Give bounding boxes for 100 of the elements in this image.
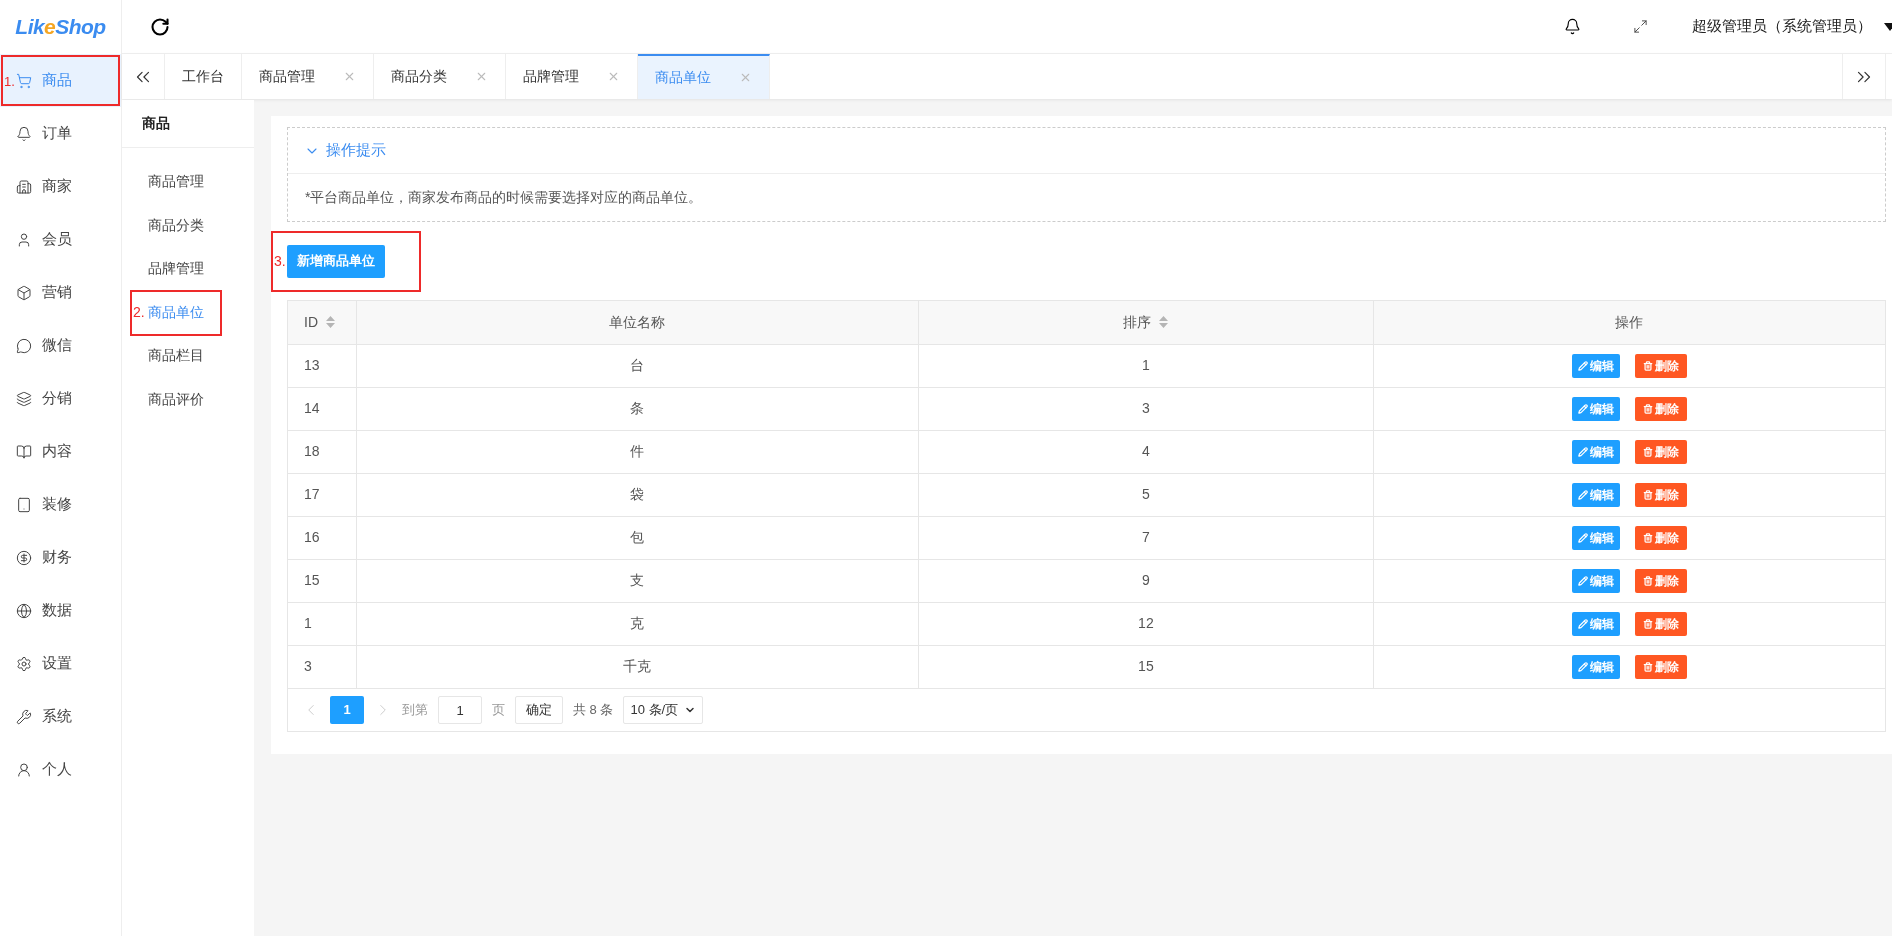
pencil-icon <box>1577 532 1588 543</box>
cart-icon <box>16 72 32 89</box>
trash-icon <box>1642 489 1653 500</box>
tab[interactable]: 工作台 <box>165 54 242 99</box>
submenu-item[interactable]: 商品评价 <box>148 388 204 410</box>
table-cell: 18 <box>288 430 356 473</box>
pencil-icon <box>1577 489 1588 500</box>
tips-title[interactable]: 操作提示 <box>326 139 386 162</box>
nav-item[interactable]: 微信 <box>0 319 121 372</box>
submenu-title: 商品 <box>142 114 170 133</box>
confirm-button[interactable]: 确定 <box>515 696 563 724</box>
close-icon[interactable] <box>343 70 356 83</box>
layers-icon <box>16 390 32 407</box>
tab[interactable]: 商品管理 <box>242 54 374 99</box>
table-cell: 15 <box>288 559 356 602</box>
logo-text: Lik <box>15 14 45 41</box>
nav-item[interactable]: 内容 <box>0 425 121 478</box>
logo-text: Shop <box>55 14 106 41</box>
trash-icon <box>1642 532 1653 543</box>
fullscreen-icon[interactable] <box>1633 19 1648 34</box>
table-cell: 12 <box>918 602 1373 645</box>
nav-item[interactable]: 个人 <box>0 743 121 796</box>
bell-icon <box>16 125 32 142</box>
table-cell: 1 <box>288 602 356 645</box>
wrench-icon <box>16 708 32 725</box>
table-cell: 13 <box>288 344 356 387</box>
scroll-right-button[interactable] <box>1842 54 1886 99</box>
trash-icon <box>1642 661 1653 672</box>
pencil-icon <box>1577 360 1588 371</box>
nav-item[interactable]: 订单 <box>0 107 121 160</box>
nav-item[interactable]: 商家 <box>0 160 121 213</box>
trash-icon <box>1642 446 1653 457</box>
trash-icon <box>1642 618 1653 629</box>
pencil-icon <box>1577 575 1588 586</box>
nav-item[interactable]: 营销 <box>0 266 121 319</box>
column-header: 操作 <box>1373 301 1885 344</box>
submenu-item[interactable]: 品牌管理 <box>148 258 204 280</box>
table-cell: 件 <box>356 430 919 473</box>
table-cell: 17 <box>288 473 356 516</box>
user-icon <box>16 231 32 248</box>
sort-icon[interactable] <box>326 316 335 329</box>
sort-icon[interactable] <box>1159 316 1169 329</box>
submenu-item[interactable]: 商品单位 <box>148 301 204 323</box>
tips-text: *平台商品单位，商家发布商品的时候需要选择对应的商品单位。 <box>305 188 703 207</box>
nav-item[interactable]: 设置 <box>0 637 121 690</box>
close-icon[interactable] <box>475 70 488 83</box>
globe-icon <box>16 602 32 619</box>
table-cell: 9 <box>918 559 1373 602</box>
table-cell: 3 <box>288 645 356 688</box>
table-cell: 5 <box>918 473 1373 516</box>
submenu-item[interactable]: 商品管理 <box>148 171 204 193</box>
annotation-label: 1. <box>4 74 15 87</box>
book-icon <box>16 443 32 460</box>
nav-item[interactable]: 系统 <box>0 690 121 743</box>
table-cell: 支 <box>356 559 919 602</box>
page-input[interactable]: 1 <box>438 696 482 724</box>
submenu-item[interactable]: 商品栏目 <box>148 345 204 367</box>
nav-item[interactable]: 会员 <box>0 213 121 266</box>
table-cell: 袋 <box>356 473 919 516</box>
currency-icon <box>16 549 32 566</box>
column-header[interactable]: 排序 <box>918 301 1373 344</box>
table-cell: 3 <box>918 387 1373 430</box>
cube-icon <box>16 284 32 301</box>
pencil-icon <box>1577 661 1588 672</box>
trash-icon <box>1642 360 1653 371</box>
nav-item[interactable]: 数据 <box>0 584 121 637</box>
pencil-icon <box>1577 446 1588 457</box>
close-icon[interactable] <box>607 70 620 83</box>
nav-item[interactable]: 分销 <box>0 372 121 425</box>
table-cell: 4 <box>918 430 1373 473</box>
pencil-icon <box>1577 618 1588 629</box>
logo-text: e <box>44 14 56 41</box>
refresh-icon[interactable] <box>150 16 170 37</box>
trash-icon <box>1642 403 1653 414</box>
settings-icon <box>16 655 32 672</box>
page-unit: 页 <box>492 701 505 720</box>
pencil-icon <box>1577 403 1588 414</box>
tab[interactable]: 商品分类 <box>374 54 506 99</box>
table-cell: 克 <box>356 602 919 645</box>
bell-icon[interactable] <box>1564 18 1581 35</box>
table-cell: 14 <box>288 387 356 430</box>
user-name[interactable]: 超级管理员（系统管理员） <box>1692 15 1872 38</box>
chat-icon <box>16 337 32 354</box>
page-size-select[interactable]: 10 条/页 <box>623 696 704 724</box>
column-header[interactable]: ID <box>288 301 356 344</box>
submenu-item[interactable]: 商品分类 <box>148 214 204 236</box>
building-icon <box>16 178 32 195</box>
person-icon <box>16 761 32 778</box>
trash-icon <box>1642 575 1653 586</box>
table-cell: 1 <box>918 344 1373 387</box>
nav-item[interactable]: 装修 <box>0 478 121 531</box>
caret-icon[interactable] <box>1884 22 1892 31</box>
table-cell: 15 <box>918 645 1373 688</box>
nav-item[interactable]: 财务 <box>0 531 121 584</box>
table-cell: 7 <box>918 516 1373 559</box>
close-icon[interactable] <box>739 71 752 84</box>
total-count: 共 8 条 <box>573 701 614 720</box>
goto-label: 到第 <box>402 701 428 720</box>
annotation-label: 2. <box>133 304 145 319</box>
table-cell: 条 <box>356 387 919 430</box>
